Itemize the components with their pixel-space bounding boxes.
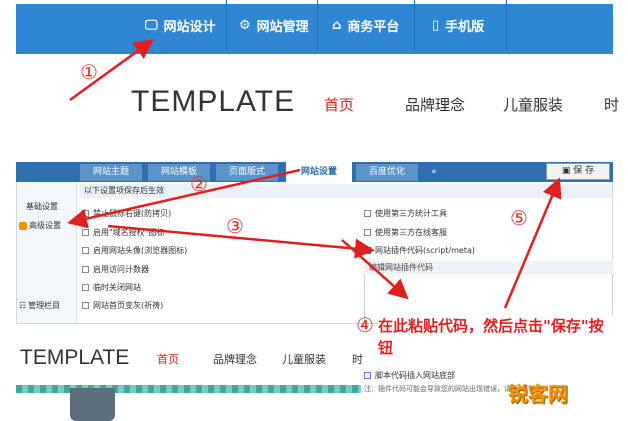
step-2-marker: ② [190,172,208,196]
arrow-step-2 [67,168,301,229]
step-4-marker: ④ [356,313,374,337]
arrow-step-4 [341,239,409,300]
instruction-text: 在此粘贴代码，然后点击"保存"按钮 [378,315,618,359]
watermark-logo: 锐客网 [508,382,568,406]
step-3-marker: ③ [226,214,244,238]
arrow-step-5 [503,177,562,309]
step-1-marker: ① [80,60,98,84]
step-5-marker: ⑤ [510,206,528,230]
